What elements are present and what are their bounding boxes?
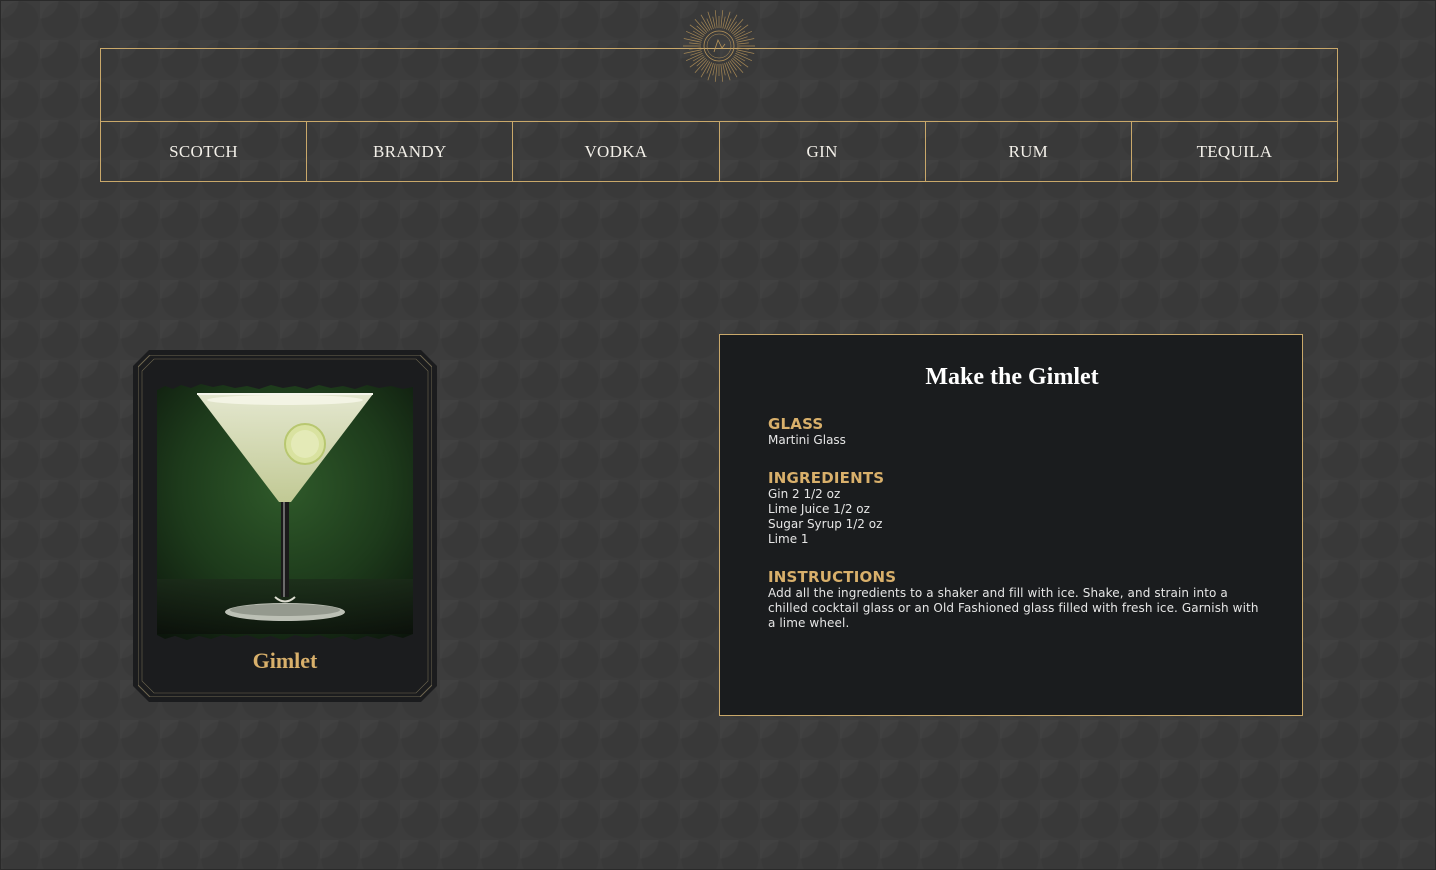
logo-ray [724, 11, 731, 29]
glass-section: GLASS Martini Glass [768, 415, 1268, 448]
ingredients-heading: INGREDIENTS [768, 469, 885, 487]
instructions-heading: INSTRUCTIONS [768, 568, 897, 586]
glass-value: Martini Glass [768, 433, 846, 447]
instructions-text: Add all the ingredients to a shaker and … [768, 586, 1259, 630]
logo-ray [714, 63, 718, 82]
recipe-title: Make the Gimlet [925, 364, 1099, 390]
logo-ray [736, 42, 749, 45]
logo-ray [722, 63, 726, 76]
logo-ray [712, 63, 716, 76]
logo-ray [720, 10, 724, 29]
logo-ray [689, 42, 702, 45]
sunburst-logo-icon[interactable] [681, 8, 757, 84]
nav-item-brandy[interactable]: BRANDY [307, 122, 514, 181]
cocktail-card[interactable]: Gimlet [133, 350, 437, 702]
cocktail-name: Gimlet [252, 648, 318, 673]
glass-heading: GLASS [768, 415, 824, 433]
category-nav: SCOTCH BRANDY VODKA GIN RUM TEQUILA [101, 122, 1337, 181]
nav-item-gin[interactable]: GIN [720, 122, 926, 181]
logo-ray [714, 10, 718, 29]
logo-ray [724, 63, 731, 81]
ingredients-list: Gin 2 1/2 oz Lime Juice 1/2 oz Sugar Syr… [768, 487, 1268, 547]
logo-ray [707, 11, 714, 29]
logo-ray [707, 63, 714, 81]
logo-ray [722, 16, 726, 29]
ingredient-item: Lime Juice 1/2 oz [768, 502, 870, 516]
nav-item-vodka[interactable]: VODKA [513, 122, 720, 181]
ingredient-item: Sugar Syrup 1/2 oz [768, 517, 883, 531]
instructions-section: INSTRUCTIONS Add all the ingredients to … [768, 568, 1268, 631]
ingredient-item: Gin 2 1/2 oz [768, 487, 841, 501]
logo-ray [720, 63, 724, 82]
ingredients-section: INGREDIENTS Gin 2 1/2 oz Lime Juice 1/2 … [768, 469, 1268, 547]
logo-ray [692, 30, 704, 38]
recipe-panel: Make the Gimlet GLASS Martini Glass INGR… [719, 334, 1303, 716]
nav-item-tequila[interactable]: TEQUILA [1132, 122, 1337, 181]
logo-ray [689, 47, 702, 50]
logo-ray [692, 54, 704, 62]
logo-ray [736, 47, 749, 50]
logo-ray [712, 16, 716, 29]
cocktail-photo [157, 384, 413, 640]
nav-item-scotch[interactable]: SCOTCH [101, 122, 308, 181]
nav-item-rum[interactable]: RUM [926, 122, 1132, 181]
ingredient-item: Lime 1 [768, 532, 809, 546]
logo-ray [734, 54, 746, 62]
logo-ray [734, 30, 746, 38]
